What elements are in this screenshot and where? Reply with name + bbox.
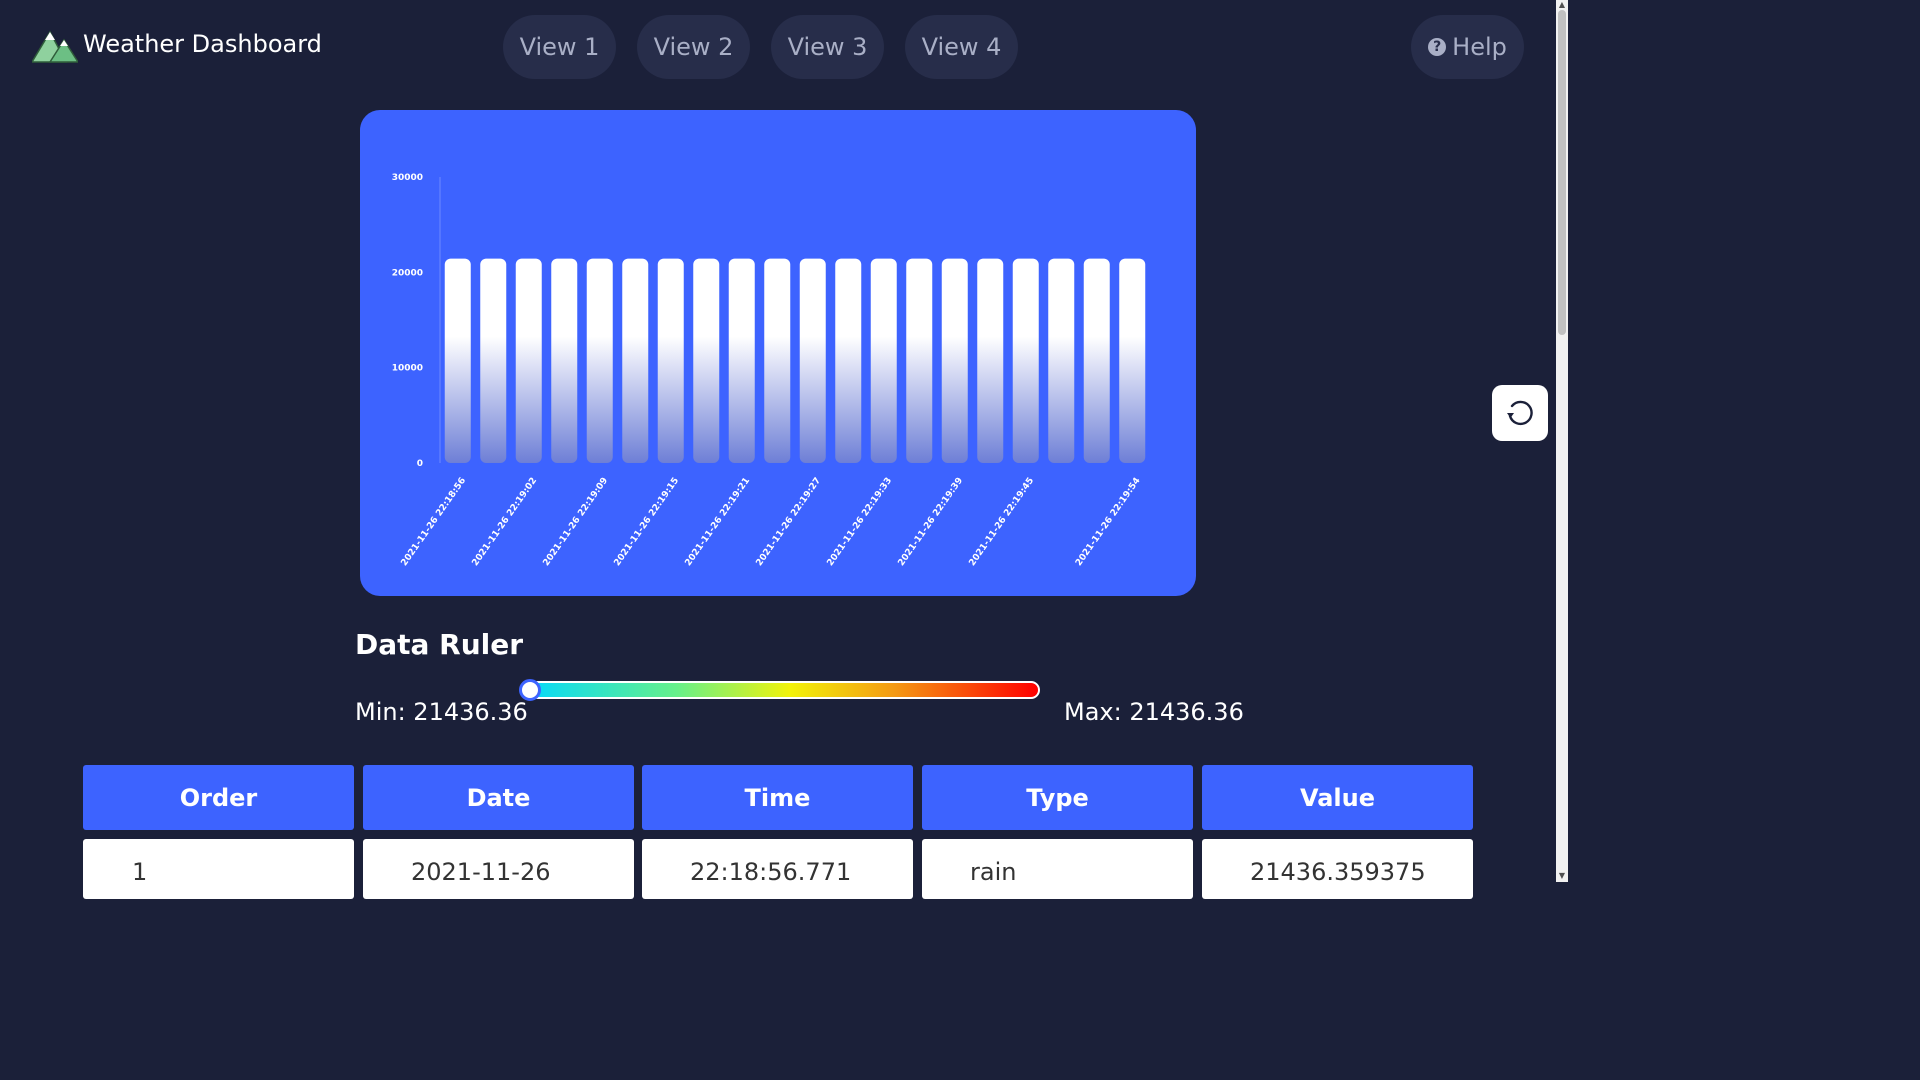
scroll-up-icon[interactable]: ▲ [1557, 0, 1567, 10]
chart-bar[interactable] [870, 258, 897, 463]
chart-bar[interactable] [657, 258, 684, 463]
question-circle-icon: ? [1428, 38, 1447, 56]
chart-bar[interactable] [622, 258, 649, 463]
y-tick-label: 20000 [392, 268, 423, 278]
x-tick-label: 2021-11-26 22:19:33 [826, 476, 895, 568]
chart-bar[interactable] [764, 258, 791, 463]
x-tick-label: 2021-11-26 22:19:54 [1074, 476, 1143, 568]
data-ruler-gradient [520, 681, 1040, 699]
x-tick-label: 2021-11-26 22:19:21 [684, 476, 753, 568]
y-tick-label: 0 [417, 459, 423, 469]
app-title: Weather Dashboard [83, 30, 322, 58]
mountain-logo-icon [32, 30, 78, 63]
chart-bar[interactable] [586, 258, 613, 463]
table-cell-order: 1 [83, 839, 354, 899]
chart-bar[interactable] [941, 258, 968, 463]
chart-bar[interactable] [835, 258, 862, 463]
x-tick-label: 2021-11-26 22:18:56 [400, 476, 469, 568]
x-tick-label: 2021-11-26 22:19:02 [471, 476, 540, 568]
refresh-button[interactable] [1492, 385, 1548, 441]
x-tick-label: 2021-11-26 22:19:15 [613, 476, 682, 568]
data-ruler-min: Min: 21436.36 [355, 698, 528, 726]
chart-bar[interactable] [728, 258, 755, 463]
chart-bar[interactable] [551, 258, 578, 463]
y-tick-label: 10000 [392, 364, 423, 374]
nav-view-4-button[interactable]: View 4 [905, 15, 1018, 79]
chart-bar[interactable] [799, 258, 826, 463]
chart-bar[interactable] [515, 258, 542, 463]
x-tick-label: 2021-11-26 22:19:39 [897, 476, 966, 568]
table-header-time[interactable]: Time [642, 765, 913, 830]
chart-bar[interactable] [444, 258, 471, 463]
chart-bar[interactable] [693, 258, 720, 463]
table-header-order[interactable]: Order [83, 765, 354, 830]
bar-chart: 0100002000030000 2021-11-26 22:18:56 2021… [392, 173, 1146, 568]
x-tick-label: 2021-11-26 22:19:09 [542, 476, 611, 568]
nav-view-3-button[interactable]: View 3 [771, 15, 884, 79]
y-tick-label: 30000 [392, 173, 423, 183]
chart-bar[interactable] [977, 258, 1004, 463]
x-tick-label: 2021-11-26 22:19:45 [968, 476, 1037, 568]
data-ruler-max: Max: 21436.36 [1064, 698, 1244, 726]
chart-bar[interactable] [1012, 258, 1039, 463]
help-label: Help [1452, 33, 1507, 61]
bar-chart-card: 0 10000 20000 30000 2021-11-26 22:18:56 2021… [360, 110, 1196, 596]
scrollbar-thumb[interactable] [1558, 10, 1566, 335]
chart-bar[interactable] [1119, 258, 1146, 463]
table-header-type[interactable]: Type [922, 765, 1193, 830]
table-header-date[interactable]: Date [363, 765, 634, 830]
chart-bar[interactable] [1048, 258, 1075, 463]
table-cell-type: rain [922, 839, 1193, 899]
scroll-down-icon[interactable]: ▼ [1557, 871, 1567, 881]
refresh-icon [1507, 400, 1533, 426]
chart-bar[interactable] [480, 258, 507, 463]
table-cell-date: 2021-11-26 [363, 839, 634, 899]
help-button[interactable]: ? Help [1411, 15, 1524, 79]
data-ruler-title: Data Ruler [355, 628, 524, 661]
nav-view-2-button[interactable]: View 2 [637, 15, 750, 79]
x-tick-label: 2021-11-26 22:19:27 [755, 476, 824, 568]
table-cell-value: 21436.359375 [1202, 839, 1473, 899]
table-cell-time: 22:18:56.771 [642, 839, 913, 899]
chart-bar[interactable] [1083, 258, 1110, 463]
chart-bar[interactable] [906, 258, 933, 463]
table-header-value[interactable]: Value [1202, 765, 1473, 830]
nav-view-1-button[interactable]: View 1 [503, 15, 616, 79]
